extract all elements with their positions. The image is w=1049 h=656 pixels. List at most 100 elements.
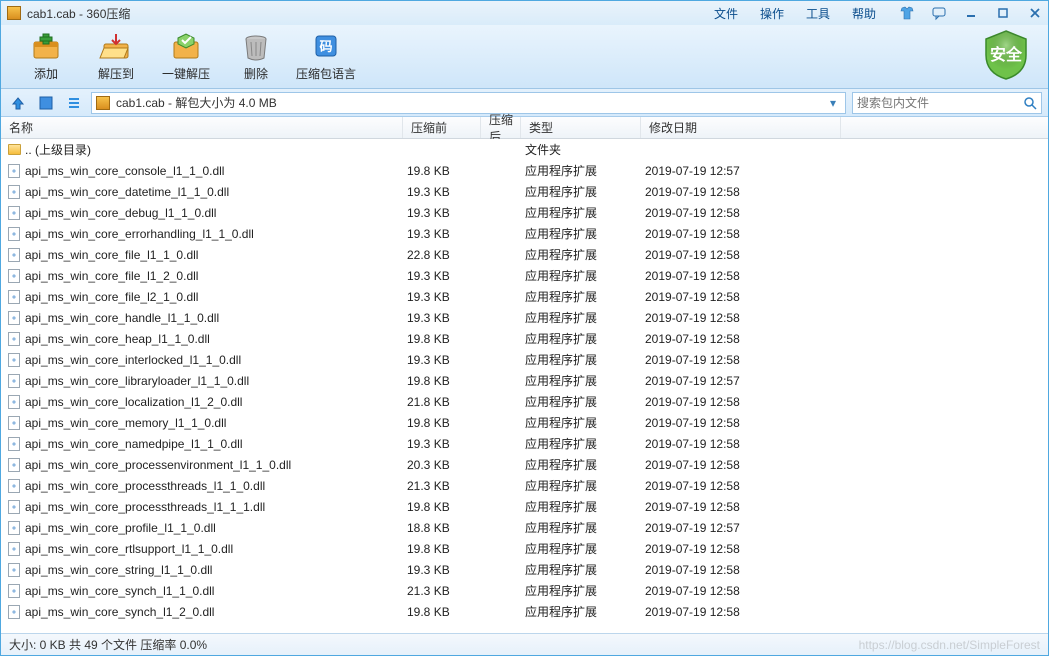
menu-help[interactable]: 帮助	[852, 5, 876, 22]
cell-size-before: 19.3 KB	[407, 185, 485, 199]
cell-type: 应用程序扩展	[525, 519, 645, 536]
file-icon	[7, 332, 21, 346]
file-icon	[7, 416, 21, 430]
safe-badge: 安全	[978, 27, 1034, 83]
extract-to-button[interactable]: 解压到	[81, 31, 151, 82]
skin-icon[interactable]	[894, 4, 920, 22]
table-row[interactable]: api_ms_win_core_datetime_l1_1_0.dll19.3 …	[1, 181, 1048, 202]
file-list[interactable]: .. (上级目录)文件夹api_ms_win_core_console_l1_1…	[1, 139, 1048, 633]
table-row[interactable]: api_ms_win_core_namedpipe_l1_1_0.dll19.3…	[1, 433, 1048, 454]
file-icon	[7, 227, 21, 241]
cell-name: api_ms_win_core_processthreads_l1_1_1.dl…	[25, 500, 407, 514]
table-row[interactable]: api_ms_win_core_processenvironment_l1_1_…	[1, 454, 1048, 475]
header-date[interactable]: 修改日期	[641, 117, 841, 138]
cell-date: 2019-07-19 12:57	[645, 164, 845, 178]
menu-tools[interactable]: 工具	[806, 5, 830, 22]
file-icon	[7, 458, 21, 472]
view-list-icon[interactable]	[63, 93, 85, 113]
cell-size-before: 19.8 KB	[407, 374, 485, 388]
file-icon	[7, 479, 21, 493]
menu-operate[interactable]: 操作	[760, 5, 784, 22]
cell-name: api_ms_win_core_string_l1_1_0.dll	[25, 563, 407, 577]
menu-file[interactable]: 文件	[714, 5, 738, 22]
archive-icon	[96, 96, 110, 110]
header-after[interactable]: 压缩后	[481, 117, 521, 138]
cell-size-before: 19.8 KB	[407, 605, 485, 619]
status-text: 大小: 0 KB 共 49 个文件 压缩率 0.0%	[9, 636, 207, 653]
maximize-button[interactable]	[990, 4, 1016, 22]
svg-text:安全: 安全	[990, 45, 1023, 64]
cell-type: 应用程序扩展	[525, 225, 645, 242]
file-icon	[7, 269, 21, 283]
table-row[interactable]: api_ms_win_core_libraryloader_l1_1_0.dll…	[1, 370, 1048, 391]
view-large-icon[interactable]	[35, 93, 57, 113]
file-icon	[7, 395, 21, 409]
cell-name: api_ms_win_core_libraryloader_l1_1_0.dll	[25, 374, 407, 388]
table-row[interactable]: api_ms_win_core_file_l1_1_0.dll22.8 KB应用…	[1, 244, 1048, 265]
cell-name: api_ms_win_core_debug_l1_1_0.dll	[25, 206, 407, 220]
feedback-icon[interactable]	[926, 4, 952, 22]
column-headers: 名称 压缩前 压缩后 类型 修改日期	[1, 117, 1048, 139]
minimize-button[interactable]	[958, 4, 984, 22]
path-dropdown-icon[interactable]: ▾	[825, 96, 841, 110]
toolbar: 添加 解压到 一键解压 删除 码 压缩包语言 安全	[1, 25, 1048, 89]
table-row[interactable]: api_ms_win_core_debug_l1_1_0.dll19.3 KB应…	[1, 202, 1048, 223]
status-bar: 大小: 0 KB 共 49 个文件 压缩率 0.0% https://blog.…	[1, 633, 1048, 655]
cell-type: 应用程序扩展	[525, 288, 645, 305]
search-icon[interactable]	[1023, 96, 1037, 110]
table-row[interactable]: api_ms_win_core_localization_l1_2_0.dll2…	[1, 391, 1048, 412]
header-type[interactable]: 类型	[521, 117, 641, 138]
cell-date: 2019-07-19 12:58	[645, 353, 845, 367]
table-row[interactable]: api_ms_win_core_string_l1_1_0.dll19.3 KB…	[1, 559, 1048, 580]
cell-size-before: 21.3 KB	[407, 584, 485, 598]
cell-name: api_ms_win_core_processenvironment_l1_1_…	[25, 458, 407, 472]
cell-size-before: 19.3 KB	[407, 227, 485, 241]
one-click-extract-icon	[168, 31, 204, 63]
file-icon	[7, 353, 21, 367]
archive-language-button[interactable]: 码 压缩包语言	[291, 31, 361, 82]
table-row[interactable]: api_ms_win_core_processthreads_l1_1_1.dl…	[1, 496, 1048, 517]
table-row[interactable]: api_ms_win_core_memory_l1_1_0.dll19.8 KB…	[1, 412, 1048, 433]
header-before[interactable]: 压缩前	[403, 117, 481, 138]
table-row[interactable]: api_ms_win_core_console_l1_1_0.dll19.8 K…	[1, 160, 1048, 181]
file-icon	[7, 584, 21, 598]
table-row[interactable]: api_ms_win_core_heap_l1_1_0.dll19.8 KB应用…	[1, 328, 1048, 349]
table-row[interactable]: api_ms_win_core_rtlsupport_l1_1_0.dll19.…	[1, 538, 1048, 559]
path-bar: cab1.cab - 解包大小为 4.0 MB ▾	[1, 89, 1048, 117]
cell-size-before: 19.3 KB	[407, 311, 485, 325]
table-row[interactable]: api_ms_win_core_file_l1_2_0.dll19.3 KB应用…	[1, 265, 1048, 286]
search-input[interactable]	[852, 92, 1042, 114]
cell-date: 2019-07-19 12:58	[645, 542, 845, 556]
table-row[interactable]: api_ms_win_core_interlocked_l1_1_0.dll19…	[1, 349, 1048, 370]
file-icon	[7, 164, 21, 178]
cell-size-before: 19.3 KB	[407, 290, 485, 304]
add-button[interactable]: 添加	[11, 31, 81, 82]
cell-type: 应用程序扩展	[525, 561, 645, 578]
one-click-extract-button[interactable]: 一键解压	[151, 31, 221, 82]
table-row[interactable]: api_ms_win_core_file_l2_1_0.dll19.3 KB应用…	[1, 286, 1048, 307]
table-row[interactable]: .. (上级目录)文件夹	[1, 139, 1048, 160]
table-row[interactable]: api_ms_win_core_synch_l1_2_0.dll19.8 KB应…	[1, 601, 1048, 622]
search-field[interactable]	[857, 96, 1023, 110]
header-name[interactable]: 名称	[1, 117, 403, 138]
file-icon	[7, 290, 21, 304]
table-row[interactable]: api_ms_win_core_profile_l1_1_0.dll18.8 K…	[1, 517, 1048, 538]
cell-type: 应用程序扩展	[525, 582, 645, 599]
file-icon	[7, 374, 21, 388]
cell-date: 2019-07-19 12:58	[645, 311, 845, 325]
close-button[interactable]	[1022, 4, 1048, 22]
cell-name: api_ms_win_core_heap_l1_1_0.dll	[25, 332, 407, 346]
table-row[interactable]: api_ms_win_core_handle_l1_1_0.dll19.3 KB…	[1, 307, 1048, 328]
nav-up-button[interactable]	[7, 93, 29, 113]
cell-date: 2019-07-19 12:57	[645, 521, 845, 535]
delete-button[interactable]: 删除	[221, 31, 291, 82]
cell-date: 2019-07-19 12:58	[645, 563, 845, 577]
file-icon	[7, 206, 21, 220]
cell-date: 2019-07-19 12:58	[645, 500, 845, 514]
table-row[interactable]: api_ms_win_core_processthreads_l1_1_0.dl…	[1, 475, 1048, 496]
cell-type: 应用程序扩展	[525, 204, 645, 221]
table-row[interactable]: api_ms_win_core_synch_l1_1_0.dll21.3 KB应…	[1, 580, 1048, 601]
table-row[interactable]: api_ms_win_core_errorhandling_l1_1_0.dll…	[1, 223, 1048, 244]
cell-type: 应用程序扩展	[525, 477, 645, 494]
path-input[interactable]: cab1.cab - 解包大小为 4.0 MB ▾	[91, 92, 846, 114]
